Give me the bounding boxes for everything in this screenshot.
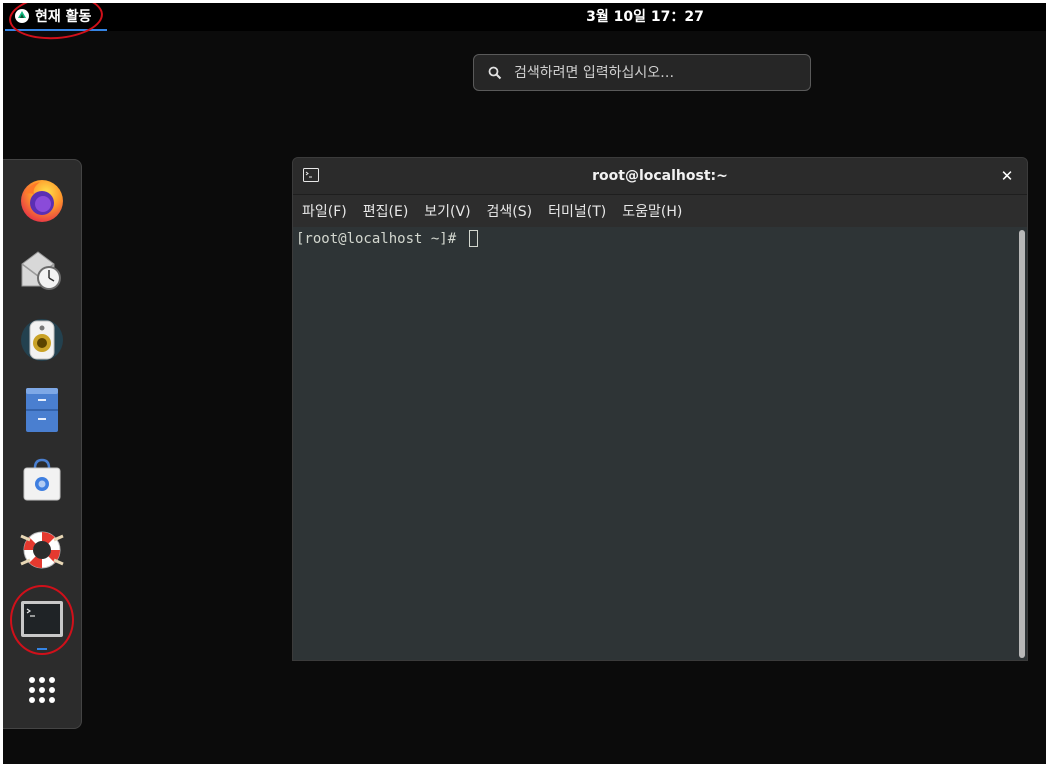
app-grid-icon: [29, 677, 55, 703]
terminal-titlebar[interactable]: root@localhost:~ ✕: [293, 158, 1027, 195]
dock-item-mail-clock[interactable]: [16, 244, 68, 296]
menu-file[interactable]: 파일(F): [302, 201, 347, 221]
desktop: 현재 활동 3월 10일 17：27 검색하려면 입력하십시오… root@lo…: [3, 3, 1046, 764]
distro-logo-icon: [15, 9, 29, 23]
software-bag-icon: [23, 458, 61, 501]
close-icon[interactable]: ✕: [995, 164, 1019, 188]
search-icon: [488, 66, 502, 79]
dock-item-software[interactable]: [16, 454, 68, 506]
menu-search[interactable]: 검색(S): [487, 201, 533, 221]
speaker-icon: [21, 319, 63, 361]
activities-label: 현재 활동: [35, 9, 92, 25]
dock-item-firefox[interactable]: [16, 174, 68, 226]
menu-terminal[interactable]: 터미널(T): [548, 201, 606, 221]
search-input[interactable]: [512, 63, 796, 82]
terminal-running-indicator: [37, 648, 47, 650]
clock[interactable]: 3월 10일 17：27: [523, 3, 767, 31]
dock-item-terminal[interactable]: [16, 594, 68, 646]
terminal-icon: [21, 601, 63, 637]
prompt-line: [root@localhost ~]#: [296, 230, 478, 247]
dock-show-applications[interactable]: [16, 664, 68, 716]
menu-view[interactable]: 보기(V): [424, 201, 470, 221]
lifebuoy-icon: [20, 531, 64, 569]
mail-clock-icon: [21, 251, 61, 290]
search-box[interactable]: [473, 54, 811, 91]
text-cursor: [468, 230, 478, 247]
terminal-scrollbar[interactable]: [1019, 230, 1025, 658]
menu-edit[interactable]: 편집(E): [363, 201, 409, 221]
top-bar: 현재 활동 3월 10일 17：27: [3, 3, 1046, 31]
menu-help[interactable]: 도움말(H): [622, 201, 682, 221]
dock-item-files[interactable]: [16, 384, 68, 436]
activities-button[interactable]: 현재 활동: [5, 3, 107, 31]
terminal-output[interactable]: [root@localhost ~]#: [293, 227, 1027, 660]
terminal-window[interactable]: root@localhost:~ ✕ 파일(F) 편집(E) 보기(V) 검색(…: [292, 157, 1028, 661]
dash-dock: [3, 159, 82, 729]
terminal-title: root@localhost:~: [592, 168, 728, 184]
file-cabinet-icon: [26, 388, 58, 432]
dock-item-rhythmbox[interactable]: [16, 314, 68, 366]
terminal-menubar: 파일(F) 편집(E) 보기(V) 검색(S) 터미널(T) 도움말(H): [293, 195, 1027, 227]
firefox-icon: [21, 180, 63, 222]
shell-prompt: [root@localhost ~]#: [296, 230, 465, 247]
dock-item-help[interactable]: [16, 524, 68, 576]
